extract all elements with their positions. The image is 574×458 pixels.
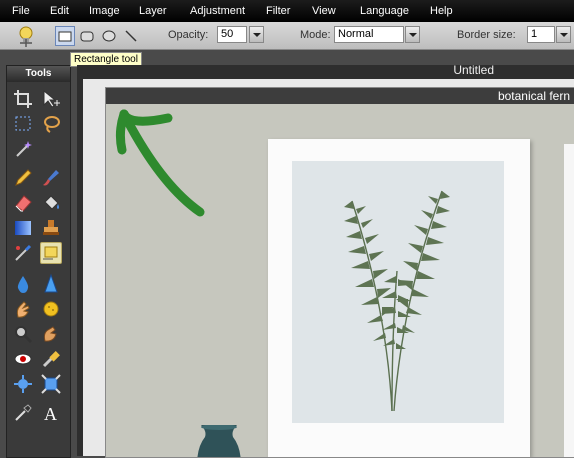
menu-view[interactable]: View xyxy=(312,5,336,17)
border-size-label: Border size: xyxy=(457,29,516,41)
menu-image[interactable]: Image xyxy=(89,5,120,17)
type-tool-icon[interactable]: A xyxy=(40,402,62,424)
line-shape-button[interactable] xyxy=(121,26,141,46)
pinch-tool-icon[interactable] xyxy=(40,373,62,395)
color-replace-tool-icon[interactable] xyxy=(12,242,34,264)
frame-mat xyxy=(292,161,504,423)
move-tool-icon[interactable] xyxy=(40,88,62,110)
pencil-tool-icon[interactable] xyxy=(12,167,34,189)
crop-tool-icon[interactable] xyxy=(12,88,34,110)
tools-panel-title: Tools xyxy=(7,66,70,82)
document-title: Untitled xyxy=(453,63,494,77)
menu-bar: File Edit Image Layer Adjustment Filter … xyxy=(0,0,574,22)
color-picker-tool-icon[interactable] xyxy=(12,402,34,424)
marquee-tool-icon[interactable] xyxy=(12,113,34,135)
fern-illustration xyxy=(344,190,450,412)
menu-file[interactable]: File xyxy=(12,5,30,17)
shape-tool-icon[interactable] xyxy=(40,242,62,264)
gradient-tool-icon[interactable] xyxy=(12,217,34,239)
opacity-input[interactable]: 50 xyxy=(217,26,247,43)
second-picture-frame xyxy=(564,144,574,457)
mode-label: Mode: xyxy=(300,29,331,41)
bloat-tool-icon[interactable] xyxy=(12,373,34,395)
red-eye-tool-icon[interactable] xyxy=(12,348,34,370)
lasso-tool-icon[interactable] xyxy=(40,113,62,135)
border-size-input[interactable]: 1 xyxy=(527,26,555,43)
fill-tool-icon[interactable] xyxy=(40,192,62,214)
zoom-tool-icon[interactable] xyxy=(12,323,34,345)
brush-tool-icon[interactable] xyxy=(40,167,62,189)
opacity-label: Opacity: xyxy=(168,29,209,41)
picture-frame xyxy=(268,139,530,457)
svg-text:A: A xyxy=(44,404,57,424)
menu-adjustment[interactable]: Adjustment xyxy=(190,5,245,17)
border-size-dropdown-button[interactable] xyxy=(556,26,571,43)
opacity-dropdown-button[interactable] xyxy=(249,26,264,43)
menu-help[interactable]: Help xyxy=(430,5,453,17)
menu-edit[interactable]: Edit xyxy=(50,5,69,17)
menu-filter[interactable]: Filter xyxy=(266,5,290,17)
tool-options-bar: Opacity: 50 Mode: Normal Border size: 1 xyxy=(0,22,574,50)
vase-image xyxy=(197,425,241,457)
sharpen-tool-icon[interactable] xyxy=(40,273,62,295)
tools-panel: Tools A xyxy=(6,65,71,458)
smudge-tool-icon[interactable] xyxy=(12,298,34,320)
menu-language[interactable]: Language xyxy=(360,5,409,17)
ellipse-shape-button[interactable] xyxy=(99,26,119,46)
mode-select[interactable]: Normal xyxy=(334,26,404,43)
rounded-rectangle-shape-button[interactable] xyxy=(77,26,97,46)
blur-tool-icon[interactable] xyxy=(12,273,34,295)
rectangle-shape-button[interactable] xyxy=(55,26,75,46)
mode-dropdown-button[interactable] xyxy=(405,26,420,43)
eraser-tool-icon[interactable] xyxy=(12,192,34,214)
sponge-tool-icon[interactable] xyxy=(40,298,62,320)
menu-layer[interactable]: Layer xyxy=(139,5,167,17)
image-title: botanical fern xyxy=(497,89,570,103)
burn-tool-icon[interactable] xyxy=(40,323,62,345)
clone-stamp-tool-icon[interactable] xyxy=(40,217,62,239)
magic-wand-tool-icon[interactable] xyxy=(12,138,34,160)
dodge-tool-icon[interactable] xyxy=(40,348,62,370)
annotation-arrow-icon xyxy=(115,109,205,217)
current-tool-icon xyxy=(14,25,38,49)
